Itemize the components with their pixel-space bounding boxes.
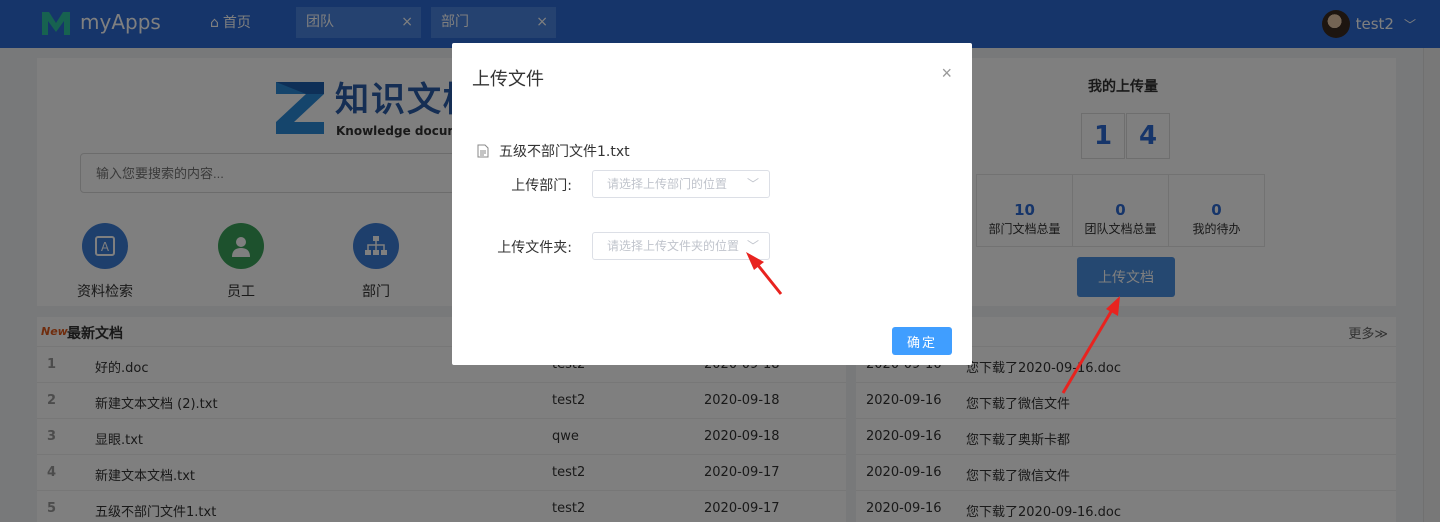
folder-placeholder: 请选择上传文件夹的位置 bbox=[607, 239, 740, 253]
dialog-title: 上传文件 bbox=[472, 69, 544, 90]
chevron-down-icon[interactable]: ﹀ bbox=[747, 233, 759, 259]
close-icon[interactable]: × bbox=[941, 63, 952, 84]
file-name: 五级不部门文件1.txt bbox=[499, 144, 630, 160]
folder-select[interactable]: 请选择上传文件夹的位置 ﹀ bbox=[592, 232, 770, 260]
dept-select[interactable]: 请选择上传部门的位置 ﹀ bbox=[592, 170, 770, 198]
selected-file: 五级不部门文件1.txt bbox=[477, 141, 630, 161]
confirm-button[interactable]: 确定 bbox=[892, 327, 952, 355]
file-icon bbox=[477, 144, 489, 158]
chevron-down-icon[interactable]: ﹀ bbox=[747, 171, 759, 197]
dept-label: 上传部门: bbox=[511, 178, 572, 194]
upload-file-dialog: 上传文件 × 五级不部门文件1.txt 上传部门: 请选择上传部门的位置 ﹀ 上… bbox=[452, 43, 972, 365]
dept-placeholder: 请选择上传部门的位置 bbox=[607, 177, 728, 191]
folder-label: 上传文件夹: bbox=[497, 240, 572, 256]
